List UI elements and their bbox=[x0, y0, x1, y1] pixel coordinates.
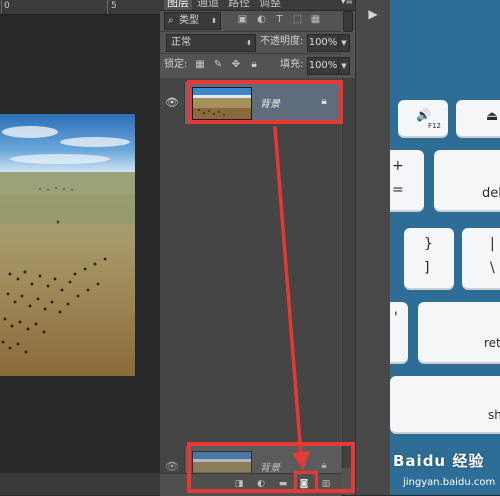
keyboard-key: + = bbox=[390, 150, 424, 210]
keyboard-key: | \ bbox=[462, 228, 500, 288]
fill-label: 填充: bbox=[280, 59, 304, 70]
document-canvas[interactable]: 0 5 bbox=[0, 0, 160, 495]
key-label: ] bbox=[424, 260, 430, 276]
blend-mode-select[interactable]: 正常 ⬍ bbox=[166, 34, 256, 52]
highlight-box-bottom bbox=[187, 442, 355, 493]
keyboard-key: 🔊 F12 bbox=[398, 100, 448, 136]
canvas-status-bar bbox=[0, 473, 160, 495]
panel-scrollbar[interactable] bbox=[342, 78, 356, 468]
horizontal-ruler: 0 5 bbox=[0, 0, 160, 15]
panel-menu-icon[interactable]: ▾≡ bbox=[341, 0, 353, 7]
highlight-box-new-layer bbox=[294, 471, 318, 493]
keyboard-key: ' bbox=[390, 302, 408, 362]
filter-toggle-switch[interactable] bbox=[343, 11, 353, 32]
key-label: del bbox=[482, 186, 500, 201]
lock-label: 锁定: bbox=[164, 59, 188, 70]
tab-layers[interactable]: 图层 bbox=[164, 0, 192, 10]
key-label: ret bbox=[484, 336, 500, 350]
filter-kind-label: 类型 bbox=[179, 15, 199, 26]
chevron-updown-icon: ⬍ bbox=[246, 39, 252, 47]
watermark-title: Baidu 经验 bbox=[393, 452, 485, 470]
ruler-label: 5 bbox=[111, 1, 117, 11]
visibility-column: 👁︎ bbox=[160, 82, 185, 124]
layers-panel: 图层 通道 路径 调整 ▾≡ ⌕ 类型 ⬍ ▣ ◐ T ⬚ ▦ 正常 ⬍ 不透明… bbox=[160, 0, 356, 496]
chevron-updown-icon: ⬍ bbox=[211, 17, 217, 25]
shape-filter-icon[interactable]: ⬚ bbox=[291, 13, 304, 26]
key-sublabel: F12 bbox=[428, 122, 441, 130]
lock-transparent-icon[interactable]: ▦ bbox=[194, 59, 206, 71]
watermark-url: jingyan.baidu.com bbox=[403, 477, 496, 488]
tab-adjustments[interactable]: 调整 bbox=[256, 0, 284, 10]
image-filter-icon[interactable]: ▣ bbox=[236, 13, 249, 26]
tab-paths[interactable]: 路径 bbox=[225, 0, 253, 10]
fill-dropdown-icon[interactable]: ▼ bbox=[338, 57, 350, 75]
play-icon[interactable]: ▶ bbox=[365, 6, 381, 22]
smart-object-filter-icon[interactable]: ▦ bbox=[309, 13, 322, 26]
keyboard-photo: 🔊 F12 ⏏ + = del } ] | \ ' ret sh bbox=[390, 0, 500, 495]
key-label: = bbox=[392, 182, 404, 198]
lock-paint-icon[interactable]: ✎ bbox=[212, 59, 224, 71]
opacity-input[interactable]: 100% bbox=[307, 34, 339, 52]
ruler-label: 0 bbox=[4, 1, 10, 11]
key-label: \ bbox=[490, 260, 495, 276]
lock-move-icon[interactable]: ✥ bbox=[230, 59, 242, 71]
key-label: sh bbox=[488, 408, 500, 422]
layer-list: 👁︎ 背景 🔒︎ 👁︎ 背景 🔒︎ bbox=[160, 78, 341, 488]
keyboard-key: ret bbox=[418, 302, 500, 362]
keyboard-key: ⏏ bbox=[456, 100, 500, 136]
eject-icon: ⏏ bbox=[486, 109, 499, 124]
opacity-label: 不透明度: bbox=[260, 36, 304, 47]
key-label: ' bbox=[394, 310, 398, 326]
key-label: + bbox=[392, 158, 404, 174]
text-filter-icon[interactable]: T bbox=[273, 13, 286, 26]
eye-visibility-icon[interactable]: 👁︎ bbox=[165, 460, 179, 474]
key-label: } bbox=[424, 236, 433, 252]
panel-tab-bar: 图层 通道 路径 调整 ▾≡ bbox=[160, 0, 355, 11]
layer-filter-kind-select[interactable]: ⌕ 类型 ⬍ bbox=[164, 12, 221, 30]
keyboard-key: sh bbox=[390, 376, 500, 432]
eye-visibility-icon[interactable]: 👁︎ bbox=[165, 96, 179, 110]
opacity-dropdown-icon[interactable]: ▼ bbox=[338, 34, 350, 52]
volume-icon: 🔊 bbox=[416, 108, 431, 122]
lock-all-icon[interactable]: 🔒︎ bbox=[248, 59, 260, 71]
adjustment-filter-icon[interactable]: ◐ bbox=[255, 13, 268, 26]
blend-mode-value: 正常 bbox=[171, 37, 191, 48]
baidu-jingyan-watermark: Baidu 经验 jingyan.baidu.com bbox=[391, 450, 500, 495]
collapsed-panel-dock: ▶ bbox=[355, 0, 391, 495]
key-label: | bbox=[490, 236, 495, 252]
tab-channels[interactable]: 通道 bbox=[194, 0, 222, 10]
canvas-photo-image bbox=[0, 114, 135, 376]
keyboard-key: del bbox=[434, 150, 500, 210]
keyboard-key: } ] bbox=[404, 228, 454, 288]
highlight-box-layer bbox=[187, 80, 343, 124]
search-icon: ⌕ bbox=[168, 15, 174, 26]
fill-input[interactable]: 100% bbox=[307, 57, 339, 75]
